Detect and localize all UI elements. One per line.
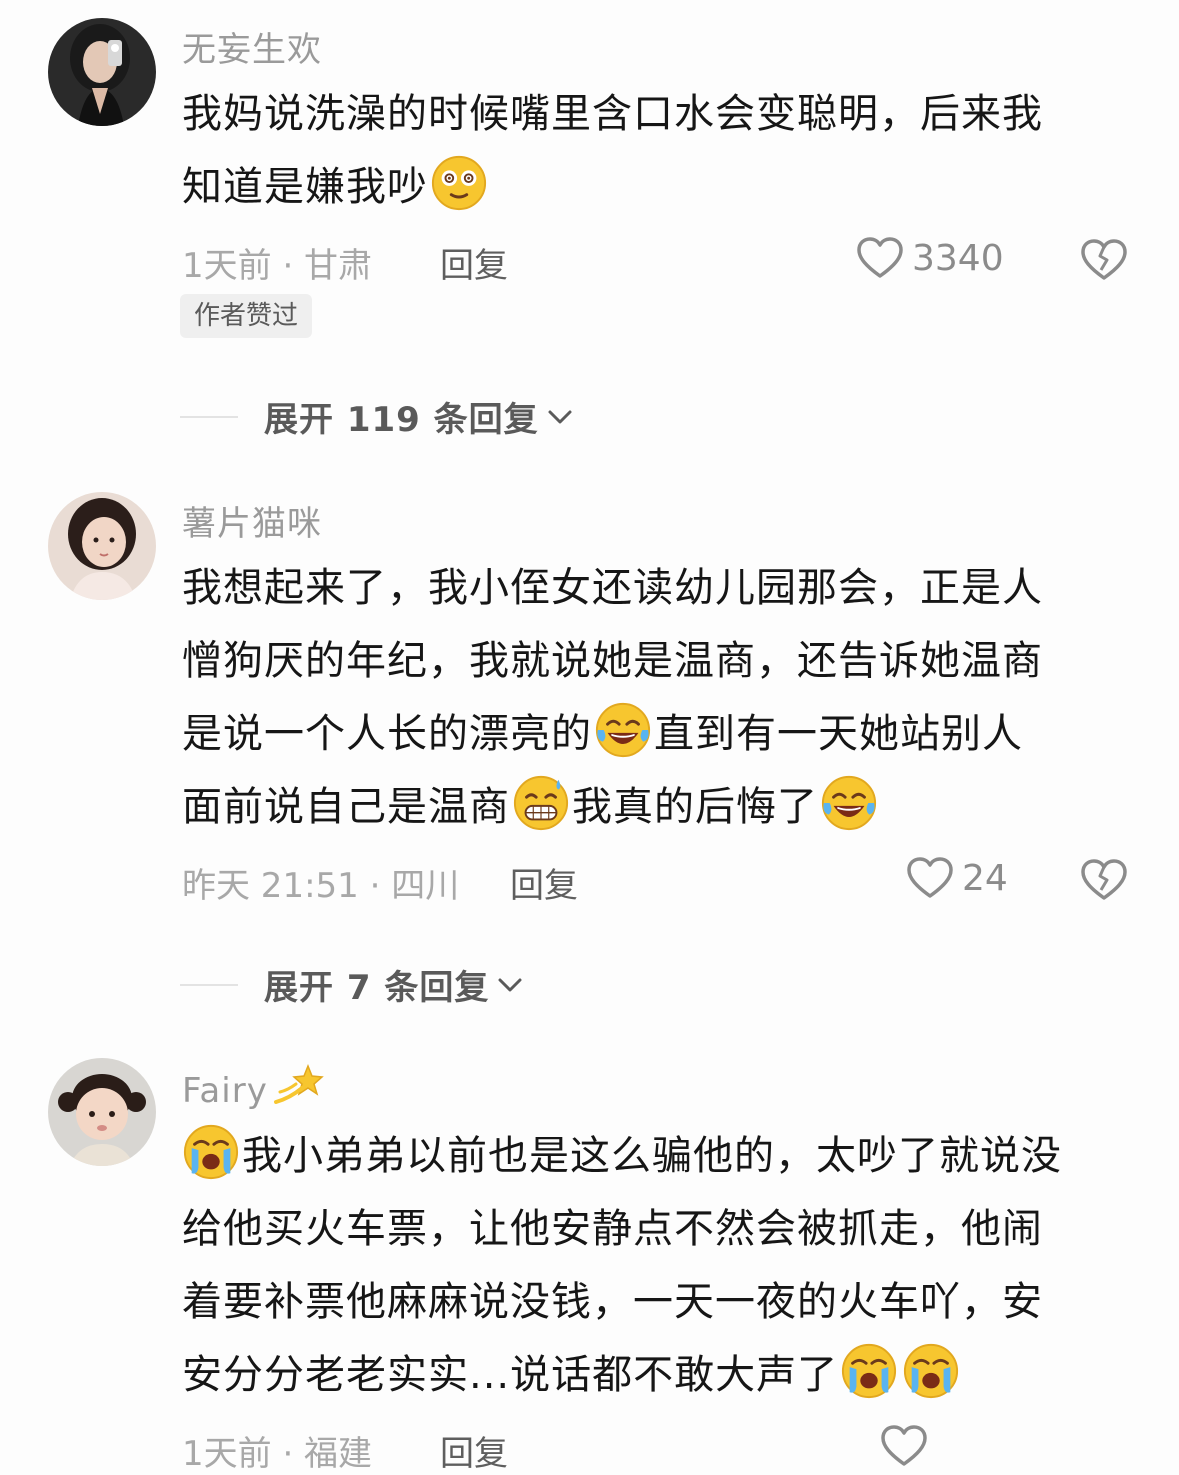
avatar-photo-icon: [48, 1058, 156, 1166]
comment-item: Fairy 我小弟弟以前也是这么骗他的，太吵了就说没 给他买火车票，让他安静点不…: [0, 0, 1179, 1474]
avatar[interactable]: [48, 1058, 156, 1166]
comment-text: 我小弟弟以前也是这么骗他的，太吵了就说没 给他买火车票，让他安静点不然会被抓走，…: [182, 1120, 1132, 1412]
comment-line: 我小弟弟以前也是这么骗他的，太吵了就说没: [242, 1133, 1062, 1179]
username-row: Fairy: [182, 1062, 324, 1111]
dizzy-star-emoji-icon: [273, 1063, 324, 1104]
comment-line: 着要补票他麻麻说没钱，一天一夜的火车吖，安: [182, 1279, 1043, 1325]
comment-line-with-emoji: 我小弟弟以前也是这么骗他的，太吵了就说没: [182, 1120, 1132, 1193]
crying-loudly-emoji-icon: [183, 1124, 239, 1180]
crying-loudly-emoji-icon: [842, 1343, 897, 1399]
comment-line-with-emoji: 安分分老老实实...说话都不敢大声了: [182, 1339, 1132, 1412]
username[interactable]: Fairy: [182, 1071, 268, 1111]
reply-button[interactable]: 回复: [440, 1426, 508, 1475]
like-button[interactable]: [880, 1424, 936, 1468]
comment-line: 给他买火车票，让他安静点不然会被抓走，他闹: [182, 1206, 1043, 1252]
crying-loudly-emoji-icon: [904, 1343, 959, 1399]
comment-line: 安分分老老实实...说话都不敢大声了: [182, 1352, 839, 1398]
time-location: 1天前 · 福建: [182, 1434, 373, 1474]
heart-outline-icon: [881, 1425, 927, 1466]
